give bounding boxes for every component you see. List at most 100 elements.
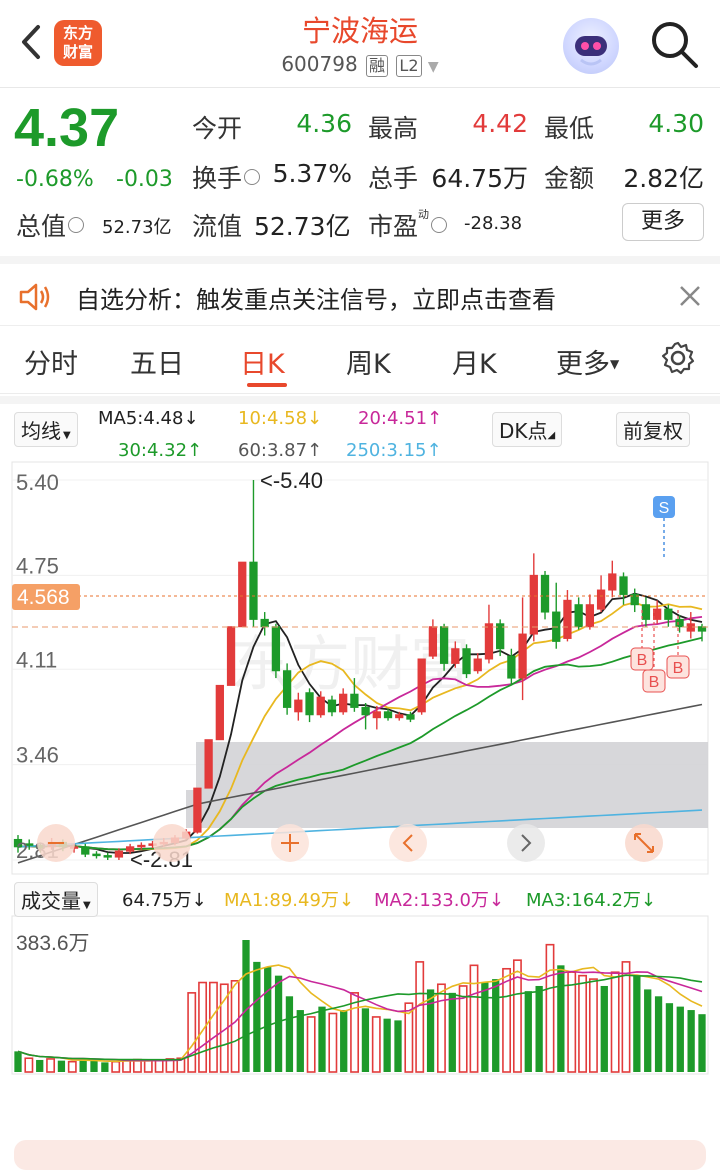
- candle-up: [395, 714, 404, 719]
- chart-zoom-out-button[interactable]: [37, 824, 75, 862]
- fullscreen-icon[interactable]: [625, 824, 663, 862]
- tab-monthly-k[interactable]: 月K: [452, 342, 497, 381]
- vol-ma2-text: MA2:133.0万: [374, 890, 489, 911]
- volume-bar-up: [154, 1059, 164, 1073]
- turnover-label-text: 换手: [192, 164, 243, 193]
- dk-label: DK点: [499, 419, 548, 443]
- candle-up: [204, 739, 213, 789]
- high-value: 4.42: [472, 109, 528, 138]
- volume-bar-up: [67, 1060, 77, 1073]
- volume-bar-up: [578, 974, 588, 1073]
- volume-bar-down: [101, 1062, 109, 1072]
- volume-bar-down: [36, 1059, 44, 1072]
- candle-down: [271, 626, 281, 672]
- candle-up: [339, 693, 348, 713]
- volume-bar-up: [415, 961, 425, 1073]
- chart-right-button[interactable]: [507, 824, 545, 862]
- candle-up: [114, 850, 124, 858]
- tab-intraday[interactable]: 分时: [24, 342, 78, 381]
- candle-up: [417, 658, 426, 713]
- tab-weekly-k[interactable]: 周K: [346, 342, 391, 381]
- volume-bar-down: [57, 1060, 66, 1072]
- volume-bar-up: [610, 971, 620, 1073]
- dk-point-toggle[interactable]: DK点◢: [492, 412, 563, 447]
- close-icon[interactable]: [678, 284, 702, 312]
- ma10-value: 10:4.58↓: [238, 408, 323, 429]
- volume-bar-down: [426, 989, 435, 1072]
- ma-selector[interactable]: 均线 ▼: [14, 412, 78, 447]
- active-tab-indicator: [247, 383, 287, 387]
- ma250-text: 250:3.15: [346, 440, 427, 461]
- float-value: 52.73亿: [254, 212, 351, 241]
- candle-down: [103, 855, 112, 858]
- chart-plus-button[interactable]: [271, 824, 309, 862]
- level2-tag: L2: [396, 55, 422, 77]
- bottom-action-bar[interactable]: [14, 1140, 706, 1170]
- sell-signal[interactable]: S: [653, 496, 675, 560]
- settings-gear-icon[interactable]: [660, 340, 696, 380]
- candle-up: [294, 699, 303, 713]
- info-icon[interactable]: [431, 217, 448, 233]
- more-button[interactable]: 更多: [622, 203, 704, 241]
- volume-bar-down: [644, 989, 652, 1072]
- buy-signal-label: B: [649, 674, 660, 691]
- volume-bar-down: [448, 992, 456, 1072]
- dropdown-caret-icon[interactable]: ▼: [428, 59, 439, 75]
- volume-bar-up: [24, 1057, 34, 1073]
- volume-bar-down: [600, 985, 608, 1072]
- candle-down: [496, 623, 505, 650]
- candle-up: [193, 787, 202, 833]
- tab-five-day[interactable]: 五日: [130, 342, 184, 381]
- candle-down: [260, 618, 269, 628]
- volume-bar-down: [383, 1018, 391, 1072]
- mktcap-label-text: 总值: [16, 212, 67, 241]
- mktcap-value: 52.73亿: [102, 217, 172, 238]
- vol-ma3: MA3:164.2万↓: [526, 890, 656, 911]
- search-icon[interactable]: [648, 18, 700, 70]
- volume-bar-down: [481, 982, 489, 1072]
- volume-axis-label: 383.6万: [16, 932, 90, 955]
- candle-down: [282, 670, 292, 708]
- volume-bar-up: [350, 992, 360, 1073]
- tab-daily-k[interactable]: 日K: [240, 342, 285, 381]
- ma250-value: 250:3.15↑: [346, 440, 442, 461]
- volume-bar-down: [361, 1008, 370, 1072]
- corner-caret-icon: ◢: [547, 430, 556, 441]
- candle-down: [540, 574, 550, 613]
- info-icon[interactable]: [68, 217, 85, 233]
- turnover-value: 5.37%: [272, 159, 352, 188]
- candle-down: [675, 618, 684, 628]
- candle-up: [473, 658, 482, 672]
- chart-left-button[interactable]: [389, 824, 427, 862]
- candle-up: [608, 573, 617, 591]
- volume-bar-down: [242, 940, 250, 1072]
- volume-value: 64.75万: [431, 164, 528, 193]
- pe-label[interactable]: 市盈动: [368, 207, 448, 243]
- candle-up: [563, 599, 572, 639]
- volume-bar-down: [274, 975, 283, 1072]
- candle-up: [215, 684, 224, 741]
- volume-bar-up: [371, 1016, 381, 1073]
- analysis-banner[interactable]: 自选分析：触发重点关注信号，立即点击查看: [0, 256, 720, 326]
- tab-more[interactable]: 更多▼: [556, 342, 619, 381]
- period-tabs: 分时 五日 日K 周K 月K 更多▼: [0, 326, 720, 394]
- candle-up: [596, 589, 606, 610]
- chart-zoom-in-button[interactable]: [153, 824, 191, 862]
- kline-chart[interactable]: 东方财富 5.404.754.113.462.81 4.568 <-5.40 <…: [0, 460, 720, 1080]
- info-icon[interactable]: [244, 169, 261, 185]
- volume-indicator-selector[interactable]: 成交量 ▼: [14, 882, 98, 917]
- candle-up: [451, 648, 460, 664]
- high-annotation: <-5.40: [260, 468, 323, 493]
- turnover-label[interactable]: 换手: [192, 159, 261, 195]
- y-tick-label: 3.46: [16, 743, 59, 768]
- candle-down: [574, 604, 583, 628]
- volume-bar-up: [621, 961, 631, 1073]
- robot-avatar-icon[interactable]: [563, 18, 619, 74]
- ma60-value: 60:3.87↑: [238, 440, 323, 461]
- candle-up: [372, 711, 381, 719]
- vol-ma2: MA2:133.0万↓: [374, 890, 504, 911]
- vol-ma1-text: MA1:89.49万: [224, 890, 339, 911]
- volume-bar-down: [253, 961, 261, 1072]
- mktcap-label[interactable]: 总值: [16, 207, 85, 243]
- adjust-button[interactable]: 前复权: [616, 412, 690, 447]
